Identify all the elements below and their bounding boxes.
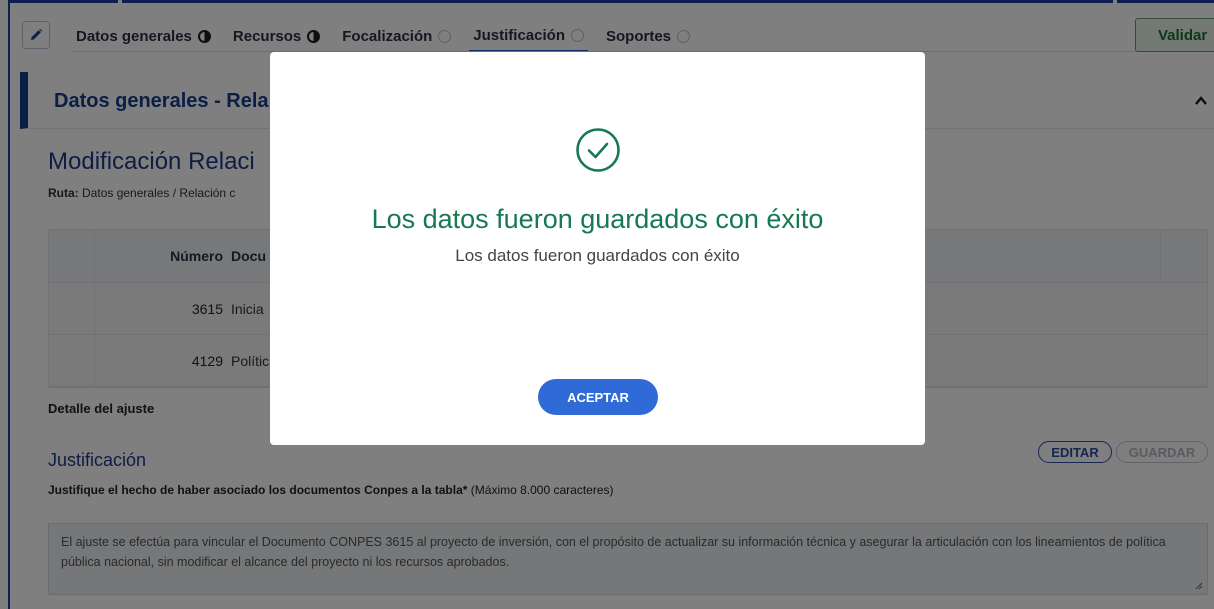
check-circle-icon: [576, 128, 620, 172]
dialog-message: Los datos fueron guardados con éxito: [455, 246, 740, 265]
dialog-title: Los datos fueron guardados con éxito: [371, 204, 824, 234]
success-dialog: Los datos fueron guardados con éxito Los…: [270, 52, 925, 445]
aceptar-button[interactable]: ACEPTAR: [538, 379, 658, 415]
